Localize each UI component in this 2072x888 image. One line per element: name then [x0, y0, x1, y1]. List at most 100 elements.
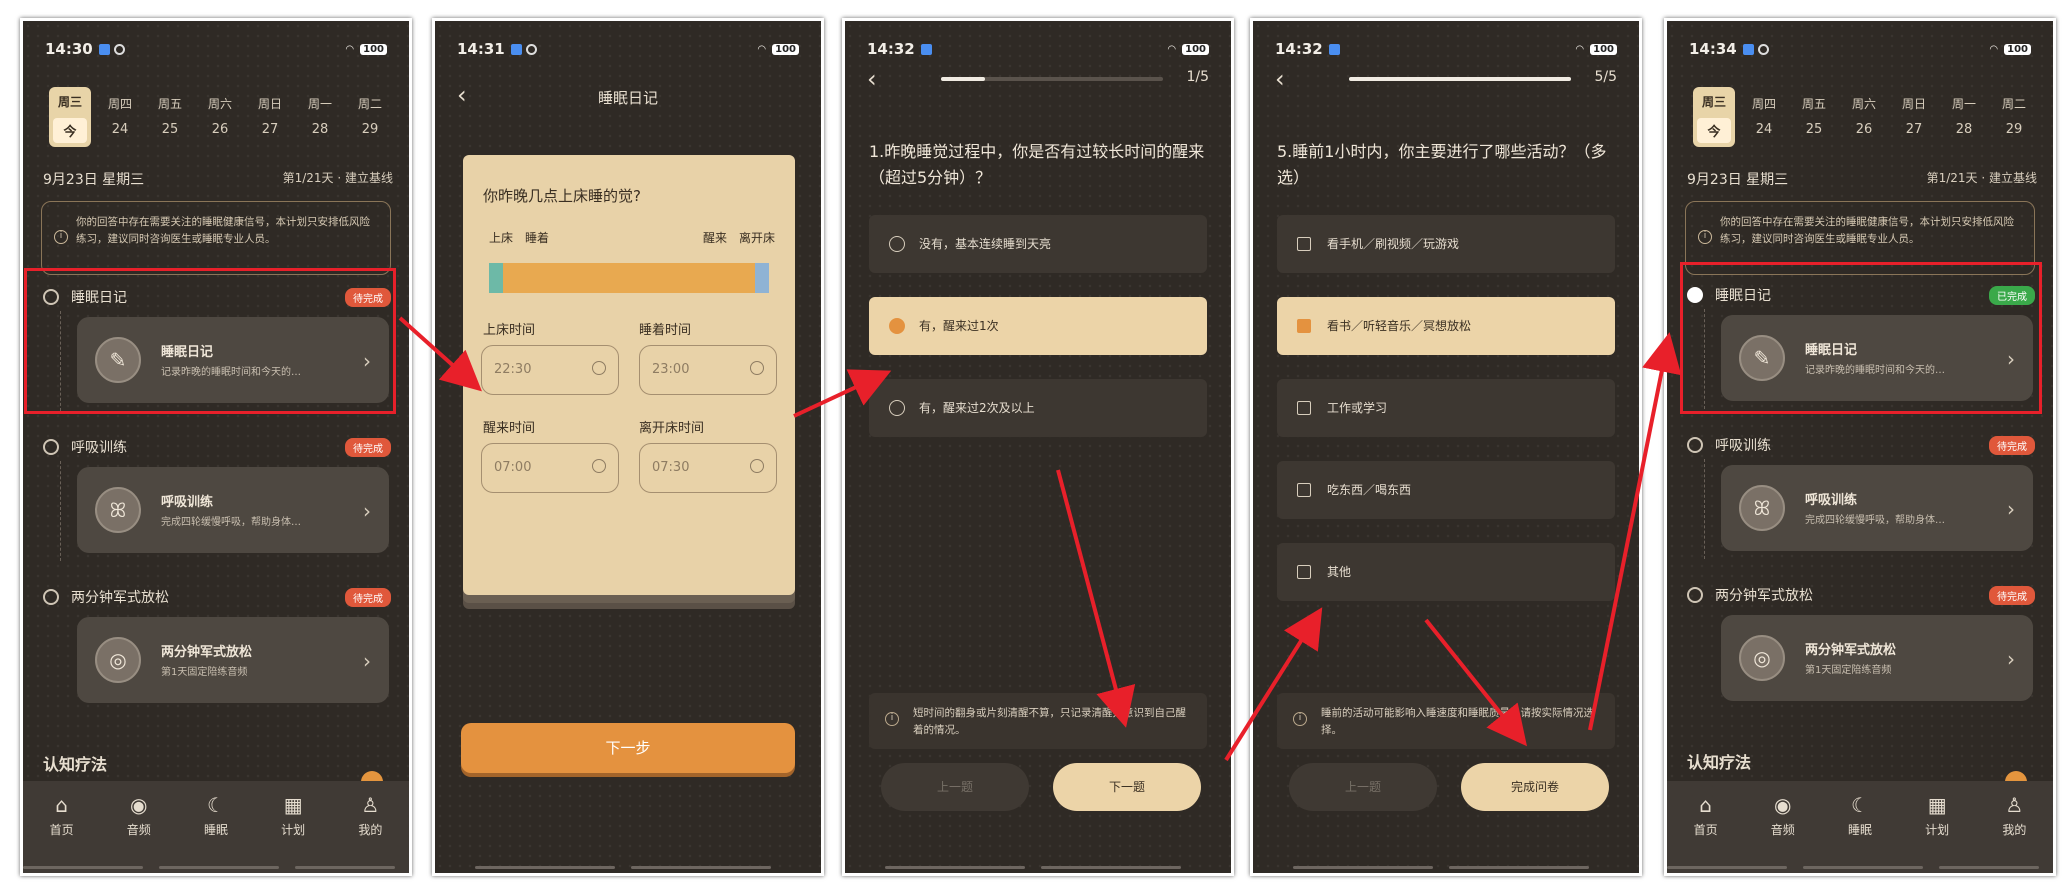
- day-number: 今: [53, 118, 87, 143]
- nav-plan[interactable]: ▦ 计划: [263, 793, 323, 873]
- task-title: 两分钟军式放松: [71, 590, 169, 606]
- day-weekday: 周三: [57, 95, 82, 109]
- day-cell[interactable]: 周五 25: [1793, 95, 1835, 137]
- notification-icon: [1328, 43, 1340, 55]
- sleep-timeline-bar[interactable]: [489, 263, 769, 293]
- target-icon: ◎: [1739, 635, 1785, 681]
- health-notice: i 你的回答中存在需要关注的睡眠健康信号，本计划只安排低风险练习，建议同时咨询医生…: [41, 201, 391, 275]
- task-card[interactable]: ◎ 两分钟军式放松 第1天固定陪练音频 ›: [1721, 615, 2033, 701]
- day-cell[interactable]: 周四 24: [99, 95, 141, 137]
- task-card[interactable]: ◎ 两分钟军式放松 第1天固定陪练音频 ›: [77, 617, 389, 703]
- status-icons: ◠ 100: [345, 43, 387, 55]
- phone-question-1: 14:32 ◠ 100 ‹ 1/5 1.昨晚睡觉过程中，你是否有过较长时间的醒来（…: [842, 18, 1234, 876]
- header: ‹ 睡眠日记: [435, 77, 821, 117]
- option[interactable]: 有，醒来过2次及以上: [869, 379, 1207, 437]
- calendar-icon: ▦: [283, 793, 303, 817]
- option[interactable]: 没有，基本连续睡到天亮: [869, 215, 1207, 273]
- day-cell[interactable]: 周二 29: [349, 95, 391, 137]
- bedtime-field[interactable]: 22:30: [481, 345, 619, 395]
- day-cell[interactable]: 周五 25: [149, 95, 191, 137]
- week-calendar: 周三今 周四 24 周五 25 周六 26 周日 27 周一 28 周二 29: [1685, 87, 2035, 149]
- nav-plan[interactable]: ▦ 计划: [1907, 793, 1967, 873]
- day-cell[interactable]: 周四 24: [1743, 95, 1785, 137]
- disc-icon: ◉: [130, 793, 148, 817]
- hint-box: i 短时间的翻身或片刻清醒不算，只记录清醒并意识到自己醒着的情况。: [869, 693, 1207, 749]
- day-cell[interactable]: 周一 28: [299, 95, 341, 137]
- next-question-button[interactable]: 下一题: [1053, 763, 1201, 811]
- out-of-bed-field[interactable]: 07:30: [639, 443, 777, 493]
- prev-question-button[interactable]: 上一题: [1289, 763, 1437, 811]
- chevron-right-icon: ›: [2007, 497, 2015, 521]
- day-weekday: 周六: [1851, 97, 1876, 111]
- wifi-icon: ◠: [1167, 43, 1177, 55]
- checkbox: [1297, 401, 1311, 415]
- phone-home-before: 14:30 ◠ 100 周三今 周四 24 周五 25 周六 26 周日 27 周一 28 …: [20, 18, 412, 876]
- option[interactable]: 吃东西／喝东西: [1277, 461, 1615, 519]
- nav-audio[interactable]: ◉ 音频: [109, 793, 169, 873]
- wake-time-field[interactable]: 07:00: [481, 443, 619, 493]
- sync-icon: [525, 43, 537, 55]
- radio: [889, 400, 905, 416]
- bottom-nav: ⌂ 首页 ◉ 音频 ☾ 睡眠 ▦ 计划 ♙ 我的: [23, 781, 409, 873]
- day-cell[interactable]: 周二 29: [1993, 95, 2035, 137]
- option[interactable]: 其他: [1277, 543, 1615, 601]
- nav-sleep[interactable]: ☾ 睡眠: [186, 793, 246, 873]
- task-card[interactable]: ꕤ 呼吸训练 完成四轮缓慢呼吸，帮助身体… ›: [77, 467, 389, 553]
- nav-home[interactable]: ⌂ 首页: [32, 793, 92, 873]
- status-bar: 14:34 ◠ 100: [1667, 21, 2053, 77]
- plan-progress: 第1/21天 · 建立基线: [282, 171, 393, 185]
- highlight-box: [24, 268, 396, 414]
- card-title: 两分钟军式放松: [1805, 643, 1897, 658]
- notice-text: 你的回答中存在需要关注的睡眠健康信号，本计划只安排低风险练习，建议同时咨询医生或…: [1720, 216, 2014, 245]
- day-weekday: 周四: [107, 97, 132, 111]
- battery-icon: 100: [1590, 43, 1617, 55]
- sleep-time-field[interactable]: 23:00: [639, 345, 777, 395]
- option[interactable]: 看手机／刷视频／玩游戏: [1277, 215, 1615, 273]
- back-icon[interactable]: ‹: [867, 65, 877, 93]
- info-icon: i: [1293, 712, 1307, 726]
- field-label: 睡着时间: [639, 323, 692, 338]
- lungs-icon: ꕤ: [1739, 485, 1785, 531]
- status-icons: ◠ 100: [1167, 43, 1209, 55]
- battery-icon: 100: [2004, 43, 2031, 55]
- day-today[interactable]: 周三今: [49, 87, 91, 147]
- nav-me[interactable]: ♙ 我的: [1984, 793, 2044, 873]
- task-card[interactable]: ꕤ 呼吸训练 完成四轮缓慢呼吸，帮助身体… ›: [1721, 465, 2033, 551]
- question-counter: 5/5: [1594, 69, 1617, 85]
- day-cell[interactable]: 周日 27: [1893, 95, 1935, 137]
- status-bar: 14:30 ◠ 100: [23, 21, 409, 77]
- clock: 14:32: [1275, 40, 1323, 58]
- day-today[interactable]: 周三今: [1693, 87, 1735, 147]
- clock: 14:31: [457, 40, 505, 58]
- clock-icon: [750, 361, 764, 375]
- task-title: 呼吸训练: [1715, 438, 1771, 454]
- finish-survey-button[interactable]: 完成问卷: [1461, 763, 1609, 811]
- day-cell[interactable]: 周一 28: [1943, 95, 1985, 137]
- day-cell[interactable]: 周六 26: [1843, 95, 1885, 137]
- diary-question: 你昨晚几点上床睡的觉?: [483, 187, 641, 205]
- status-badge: 待完成: [345, 437, 391, 457]
- day-cell[interactable]: 周六 26: [199, 95, 241, 137]
- back-icon[interactable]: ‹: [1275, 65, 1285, 93]
- prev-question-button[interactable]: 上一题: [881, 763, 1029, 811]
- nav-audio[interactable]: ◉ 音频: [1753, 793, 1813, 873]
- day-weekday: 周六: [207, 97, 232, 111]
- wifi-icon: ◠: [1575, 43, 1585, 55]
- home-icon: ⌂: [1699, 793, 1712, 817]
- nav-home[interactable]: ⌂ 首页: [1676, 793, 1736, 873]
- date-line: 9月23日 星期三 第1/21天 · 建立基线: [43, 169, 393, 189]
- card-title: 呼吸训练: [161, 495, 214, 510]
- card-title: 两分钟军式放松: [161, 645, 253, 660]
- task-title: 呼吸训练: [71, 440, 127, 456]
- nav-me[interactable]: ♙ 我的: [340, 793, 400, 873]
- bar-label-asleep: 睡着: [525, 231, 550, 245]
- battery-icon: 100: [360, 43, 387, 55]
- nav-sleep[interactable]: ☾ 睡眠: [1830, 793, 1890, 873]
- option-selected[interactable]: 有，醒来过1次: [869, 297, 1207, 355]
- day-cell[interactable]: 周日 27: [249, 95, 291, 137]
- option[interactable]: 工作或学习: [1277, 379, 1615, 437]
- person-icon: ♙: [2005, 793, 2024, 817]
- card-title: 呼吸训练: [1805, 493, 1858, 508]
- next-step-button[interactable]: 下一步: [461, 723, 795, 773]
- option-selected[interactable]: 看书／听轻音乐／冥想放松: [1277, 297, 1615, 355]
